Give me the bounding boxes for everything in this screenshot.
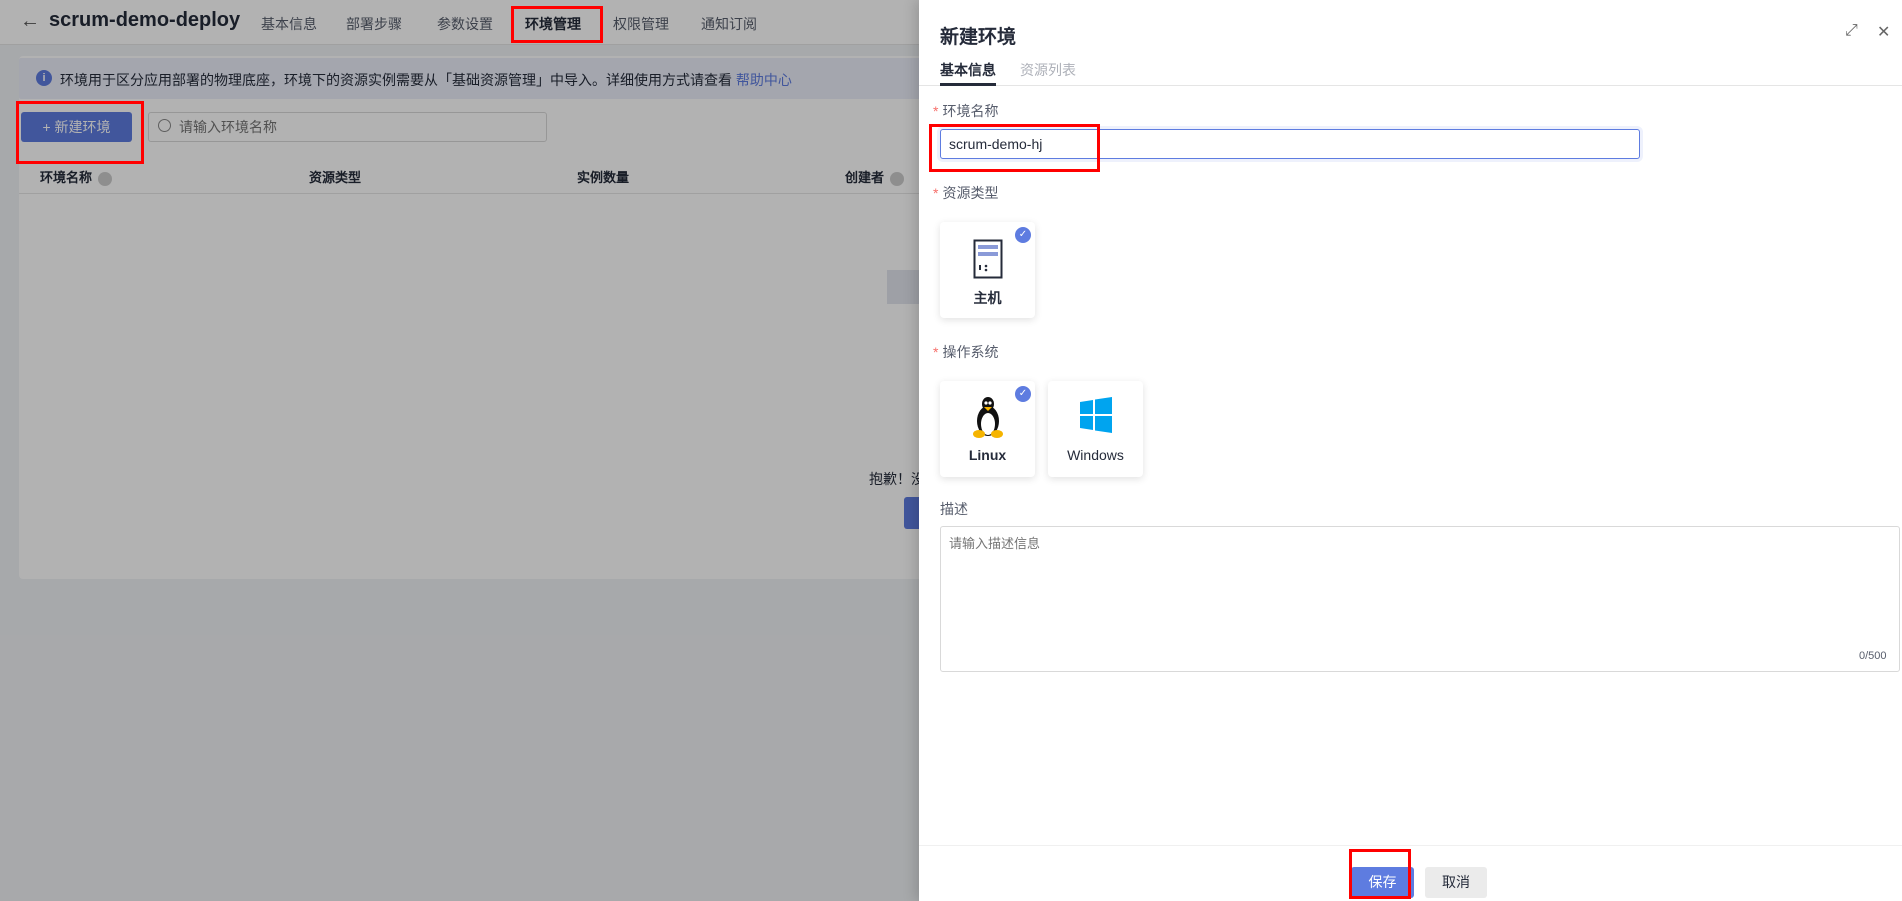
tab-resource-list[interactable]: 资源列表 xyxy=(1020,60,1076,80)
label-text: 环境名称 xyxy=(942,103,999,119)
os-option-windows[interactable]: Windows xyxy=(1048,381,1143,477)
description-label: 描述 xyxy=(940,501,968,517)
char-count: 0/500 xyxy=(1859,650,1887,662)
drawer-title: 新建环境 xyxy=(940,27,1017,48)
close-icon[interactable]: ✕ xyxy=(1877,22,1890,42)
windows-logo-icon xyxy=(1080,397,1112,433)
drawer-tabs xyxy=(919,85,1902,86)
new-environment-drawer: 新建环境 ⤢ ✕ 基本信息 资源列表 *环境名称 *资源类型 主机 ✓ *操作系… xyxy=(919,0,1902,901)
description-textarea[interactable] xyxy=(940,526,1900,672)
env-name-label: * 环境名称 xyxy=(933,103,999,119)
option-label: Linux xyxy=(968,447,1007,463)
expand-icon[interactable]: ⤢ xyxy=(1845,22,1858,40)
resource-type-label: * 资源类型 xyxy=(933,185,999,201)
save-button[interactable]: 保存 xyxy=(1351,867,1414,898)
tab-basic-info[interactable]: 基本信息 xyxy=(940,60,996,80)
active-tab-indicator xyxy=(940,83,996,86)
linux-penguin-icon xyxy=(973,397,1003,438)
check-icon: ✓ xyxy=(1015,386,1031,402)
cancel-button[interactable]: 取消 xyxy=(1425,867,1487,898)
label-text: 资源类型 xyxy=(942,185,999,201)
option-label: 主机 xyxy=(973,290,1002,306)
os-label: * 操作系统 xyxy=(933,344,999,360)
resource-option-host[interactable]: 主机 ✓ xyxy=(940,222,1035,318)
label-text: 操作系统 xyxy=(942,344,999,360)
env-name-input[interactable] xyxy=(940,129,1640,159)
check-icon: ✓ xyxy=(1015,227,1031,243)
os-option-linux[interactable]: Linux ✓ xyxy=(940,381,1035,477)
server-icon xyxy=(973,239,1003,279)
option-label: Windows xyxy=(1067,447,1124,463)
